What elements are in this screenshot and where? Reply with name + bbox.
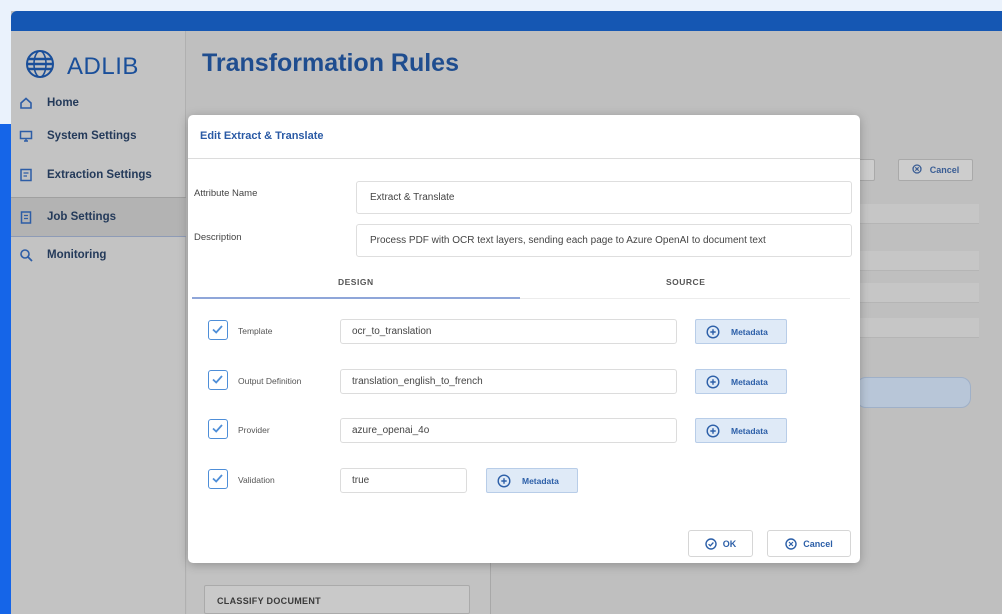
extract-icon <box>19 168 33 182</box>
metadata-button-label: Metadata <box>731 326 768 337</box>
sidebar-item-label: Home <box>47 97 79 109</box>
background-card-classify-document[interactable]: CLASSIFY DOCUMENT <box>204 585 470 614</box>
plus-circle-icon <box>706 423 720 438</box>
plus-circle-icon <box>706 324 720 339</box>
validation-checkbox[interactable] <box>208 469 228 489</box>
plus-circle-icon <box>706 374 720 389</box>
clipboard-icon <box>19 210 33 224</box>
attribute-name-label: Attribute Name <box>194 188 258 199</box>
left-accent-bar <box>0 124 11 614</box>
sidebar-item-system-settings[interactable]: System Settings <box>11 119 186 153</box>
provider-input[interactable]: azure_openai_4o <box>340 418 677 443</box>
description-input[interactable]: Process PDF with OCR text layers, sendin… <box>356 224 852 257</box>
sidebar-item-job-settings[interactable]: Job Settings <box>11 197 186 237</box>
template-label: Template <box>238 326 273 336</box>
sidebar-item-extraction-settings[interactable]: Extraction Settings <box>11 158 186 192</box>
top-bar <box>11 11 1002 31</box>
validation-metadata-button[interactable]: Metadata <box>486 468 578 493</box>
metadata-button-label: Metadata <box>731 376 768 387</box>
attribute-name-input[interactable]: Extract & Translate <box>356 181 852 214</box>
metadata-button-label: Metadata <box>731 425 768 436</box>
output-definition-label: Output Definition <box>238 376 302 386</box>
metadata-button-label: Metadata <box>522 475 559 486</box>
adlib-logo-icon <box>25 49 55 84</box>
sidebar: ADLIB Home System Settings Extraction Se… <box>11 31 186 614</box>
check-icon <box>212 424 223 433</box>
output-definition-metadata-button[interactable]: Metadata <box>695 369 787 394</box>
tab-divider <box>520 298 850 299</box>
check-icon <box>212 325 223 334</box>
magnifier-icon <box>19 248 33 262</box>
validation-label: Validation <box>238 475 275 485</box>
sidebar-item-label: Extraction Settings <box>47 169 152 181</box>
page-title: Transformation Rules <box>202 49 459 77</box>
cancel-icon <box>912 164 922 176</box>
template-metadata-button[interactable]: Metadata <box>695 319 787 344</box>
sidebar-item-label: System Settings <box>47 130 137 142</box>
check-circle-icon <box>705 537 717 550</box>
ok-button-label: OK <box>722 538 737 549</box>
description-label: Description <box>194 232 242 243</box>
edit-dialog: Edit Extract & Translate Attribute Name … <box>188 115 860 563</box>
dialog-title: Edit Extract & Translate <box>188 115 860 159</box>
background-cancel-button[interactable]: Cancel <box>898 159 973 181</box>
tab-design[interactable]: DESIGN <box>338 277 374 287</box>
home-icon <box>19 96 33 110</box>
provider-metadata-button[interactable]: Metadata <box>695 418 787 443</box>
sidebar-item-label: Job Settings <box>47 211 117 223</box>
template-checkbox[interactable] <box>208 320 228 340</box>
tab-design-underline <box>192 297 520 299</box>
cancel-icon <box>785 537 797 550</box>
check-icon <box>212 474 223 483</box>
background-row <box>859 318 979 338</box>
output-definition-input[interactable]: translation_english_to_french <box>340 369 677 394</box>
background-pill <box>856 377 971 408</box>
output-definition-checkbox[interactable] <box>208 370 228 390</box>
logo: ADLIB <box>25 49 139 84</box>
background-row <box>859 204 979 224</box>
validation-input[interactable]: true <box>340 468 467 493</box>
cancel-button[interactable]: Cancel <box>767 530 851 557</box>
sidebar-item-home[interactable]: Home <box>11 86 186 120</box>
background-row <box>859 251 979 271</box>
monitor-icon <box>19 129 33 143</box>
template-input[interactable]: ocr_to_translation <box>340 319 677 344</box>
sidebar-item-label: Monitoring <box>47 249 107 261</box>
sidebar-item-monitoring[interactable]: Monitoring <box>11 238 186 272</box>
provider-checkbox[interactable] <box>208 419 228 439</box>
cancel-button-label: Cancel <box>803 538 833 549</box>
background-cancel-label: Cancel <box>929 165 960 175</box>
provider-label: Provider <box>238 425 270 435</box>
logo-text: ADLIB <box>67 52 139 80</box>
ok-button[interactable]: OK <box>688 530 753 557</box>
check-icon <box>212 375 223 384</box>
plus-circle-icon <box>497 473 511 488</box>
tab-source[interactable]: SOURCE <box>666 277 705 287</box>
background-row <box>859 283 979 303</box>
